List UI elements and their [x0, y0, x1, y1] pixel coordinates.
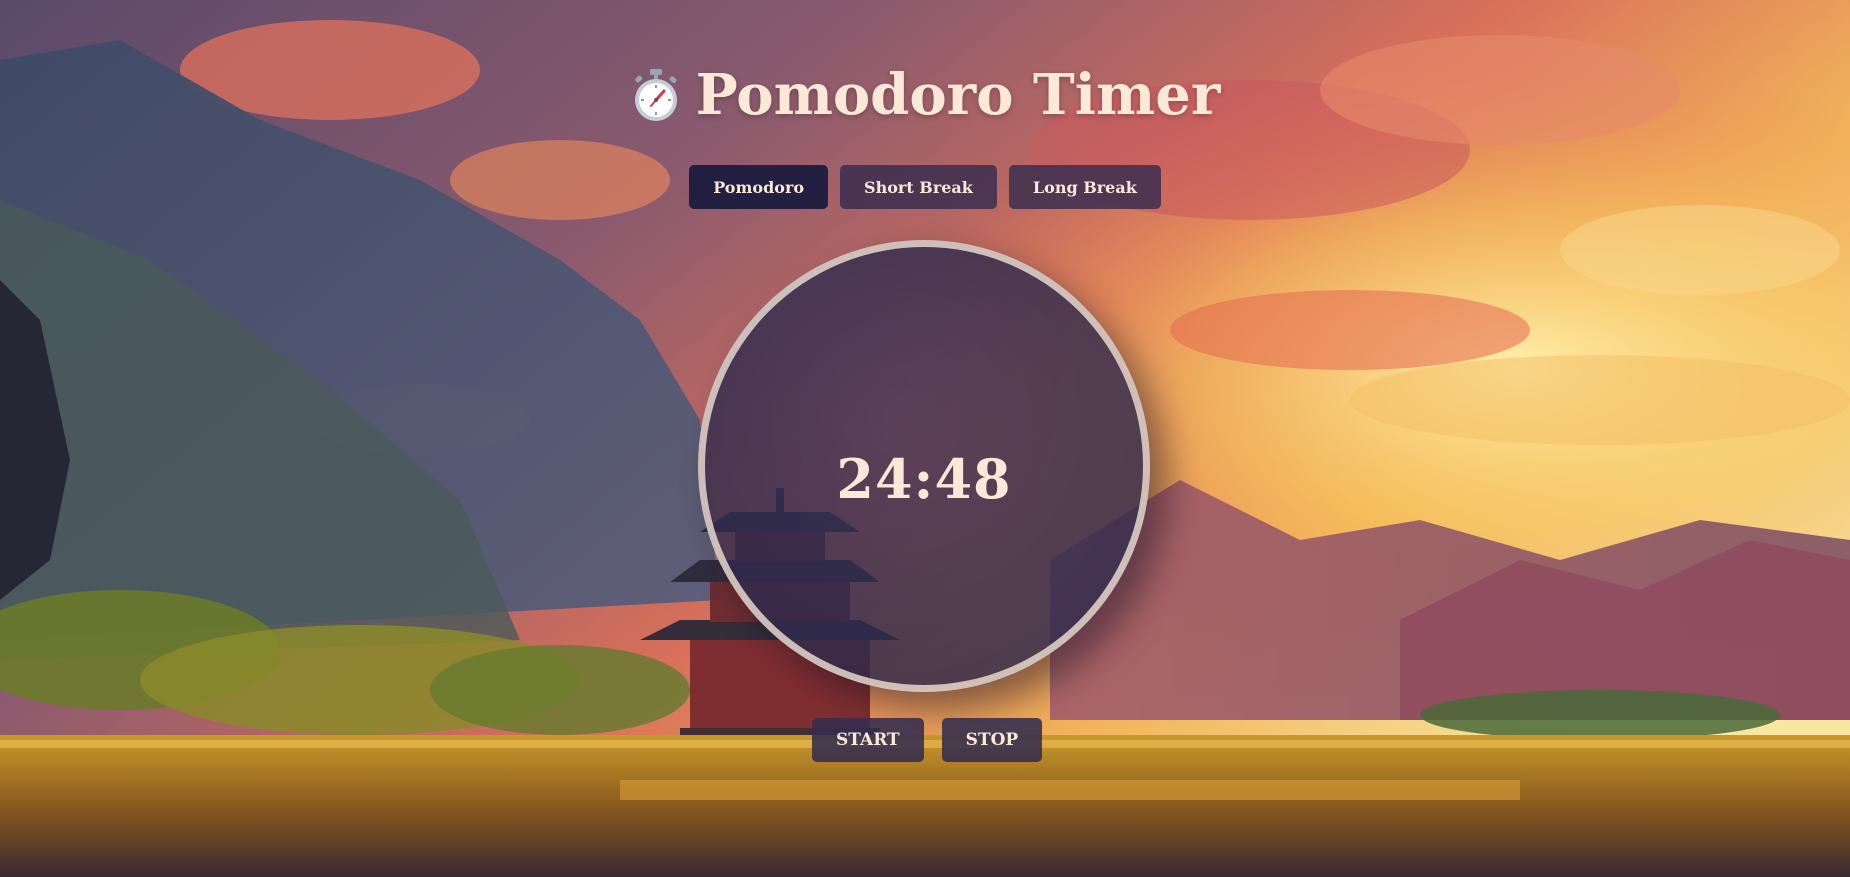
app-header: Pomodoro Timer — [0, 62, 1850, 128]
app-title: Pomodoro Timer — [695, 62, 1221, 128]
timer-dial: 24:48 — [698, 240, 1150, 692]
start-button[interactable]: START — [812, 718, 924, 762]
tab-long-break[interactable]: Long Break — [1008, 165, 1161, 209]
mode-tabs: Pomodoro Short Break Long Break — [0, 165, 1850, 209]
stop-button[interactable]: STOP — [941, 718, 1043, 762]
timer-display: 24:48 — [836, 447, 1012, 511]
tab-short-break[interactable]: Short Break — [840, 165, 997, 209]
timer-controls: START STOP — [812, 718, 1043, 762]
stopwatch-icon — [630, 67, 682, 123]
pomodoro-page: Pomodoro Timer Pomodoro Short Break Long… — [0, 0, 1850, 877]
tab-pomodoro[interactable]: Pomodoro — [689, 165, 829, 209]
